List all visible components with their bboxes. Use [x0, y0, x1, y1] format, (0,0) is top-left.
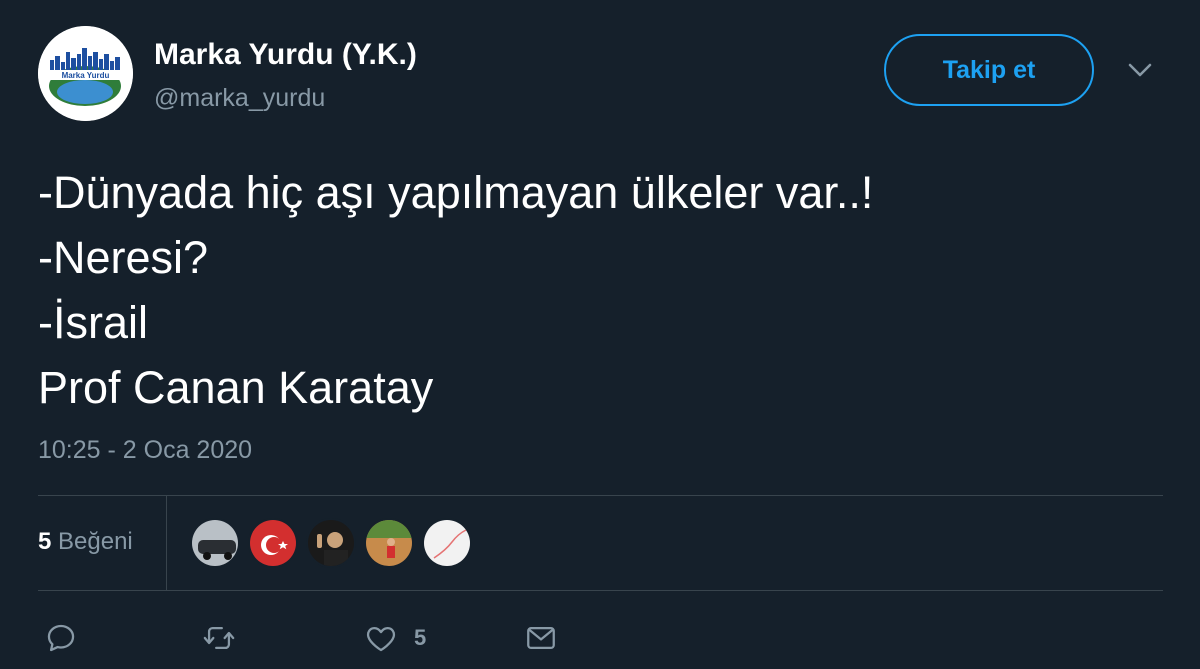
account-name[interactable]: Marka Yurdu (Y.K.) — [154, 38, 417, 72]
tweet-text: -Dünyada hiç aşı yapılmayan ülkeler var.… — [38, 160, 1158, 420]
tweet-actions: 5 — [38, 616, 1163, 660]
liker-avatar[interactable] — [306, 518, 356, 568]
heart-icon — [366, 626, 396, 652]
direct-message-button[interactable] — [524, 616, 558, 660]
retweet-button[interactable] — [202, 616, 236, 660]
tweet-line: -Dünyada hiç aşı yapılmayan ülkeler var.… — [38, 167, 874, 218]
vertical-divider — [166, 496, 167, 590]
avatar[interactable]: Marka Yurdu — [38, 26, 133, 121]
liker-avatar[interactable] — [190, 518, 240, 568]
likes-row: 5 Beğeni — [38, 496, 1163, 590]
account-handle[interactable]: @marka_yurdu — [154, 84, 325, 113]
liker-avatar[interactable] — [248, 518, 298, 568]
likes-number: 5 — [38, 528, 52, 555]
tweet-timestamp[interactable]: 10:25 - 2 Oca 2020 — [38, 436, 252, 465]
tweet-line: -Neresi? — [38, 232, 209, 283]
dm-icon — [527, 626, 555, 650]
divider — [38, 590, 1163, 591]
liker-avatar[interactable] — [422, 518, 472, 568]
tweet-line: Prof Canan Karatay — [38, 362, 434, 413]
tweet-line: -İsrail — [38, 297, 148, 348]
liker-avatar[interactable] — [364, 518, 414, 568]
avatar-logo-image: Marka Yurdu — [38, 26, 133, 121]
avatar-text: Marka Yurdu — [62, 71, 110, 80]
reply-icon — [47, 624, 75, 652]
likers-list — [190, 518, 480, 570]
tweet-header: Marka Yurdu Marka Yurdu (Y.K.) @marka_yu… — [38, 26, 1163, 122]
follow-button[interactable]: Takip et — [884, 34, 1094, 106]
reply-button[interactable] — [44, 616, 78, 660]
like-button[interactable]: 5 — [364, 616, 426, 660]
likes-count[interactable]: 5 Beğeni — [38, 528, 133, 556]
chevron-down-icon[interactable] — [1128, 62, 1152, 78]
likes-label: Beğeni — [58, 528, 133, 555]
like-count: 5 — [414, 625, 427, 650]
retweet-icon — [203, 626, 235, 650]
